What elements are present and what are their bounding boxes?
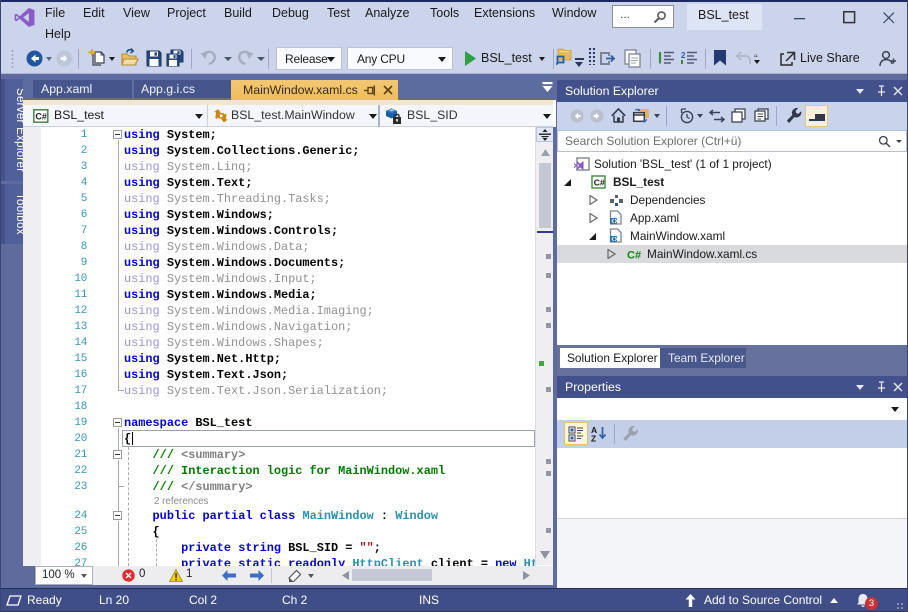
svg-text:Z: Z (591, 434, 596, 443)
svg-text:2: 2 (681, 51, 686, 60)
svg-text:C#: C# (627, 249, 641, 260)
svg-text:C#: C# (35, 111, 47, 121)
svg-text:C#: C# (594, 178, 605, 188)
